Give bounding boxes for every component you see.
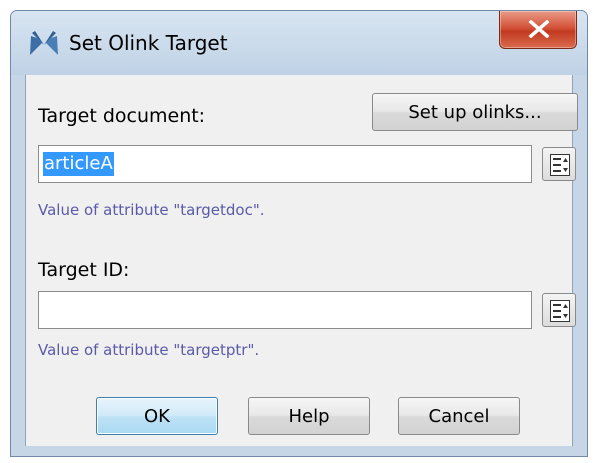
close-button[interactable]: [499, 11, 577, 49]
title-bar[interactable]: Set Olink Target: [11, 11, 587, 75]
list-picker-icon: [550, 154, 570, 176]
target-id-hint: Value of attribute "targetptr".: [38, 341, 260, 359]
target-document-value: articleA: [43, 152, 114, 176]
dialog-body: Target document: Set up olinks... articl…: [25, 75, 578, 446]
set-up-olinks-button[interactable]: Set up olinks...: [372, 93, 578, 131]
dialog-title: Set Olink Target: [69, 31, 228, 55]
target-document-picker-button[interactable]: [542, 147, 576, 181]
target-document-input[interactable]: articleA: [38, 145, 532, 183]
target-document-hint: Value of attribute "targetdoc".: [38, 201, 265, 219]
dialog-window: Set Olink Target Target document: Set up…: [10, 10, 588, 457]
target-document-label: Target document:: [38, 105, 206, 127]
help-button[interactable]: Help: [248, 397, 370, 435]
ok-button[interactable]: OK: [96, 397, 218, 435]
target-id-label: Target ID:: [38, 259, 130, 281]
target-id-input[interactable]: [38, 291, 532, 329]
close-icon: [528, 20, 550, 38]
cancel-button[interactable]: Cancel: [398, 397, 520, 435]
list-picker-icon: [550, 300, 570, 322]
target-id-picker-button[interactable]: [542, 293, 576, 327]
olink-cross-icon: [30, 31, 58, 55]
